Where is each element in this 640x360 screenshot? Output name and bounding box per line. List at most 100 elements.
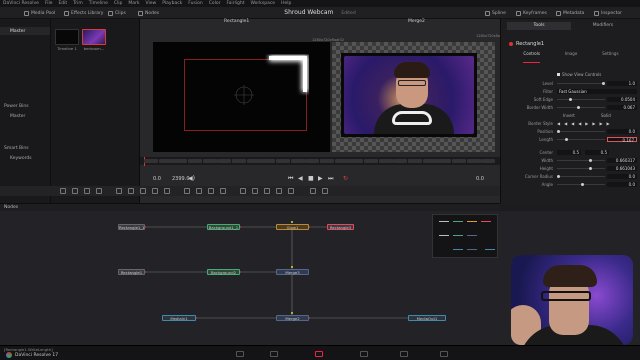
current-frame[interactable]: 0.0 [476, 176, 484, 182]
tool-ellipse-icon[interactable] [140, 188, 146, 194]
menu-color[interactable]: Color [209, 1, 221, 6]
page-deliver-icon[interactable] [440, 351, 448, 357]
node-minimap[interactable] [432, 214, 498, 258]
show-view-controls[interactable]: Show View Controls [557, 72, 601, 77]
node-background2[interactable]: Background2 [207, 269, 240, 275]
tool-light-icon[interactable] [276, 188, 282, 194]
viewer-right-name[interactable]: Merge2 [408, 19, 425, 27]
param-border-style[interactable]: Border Style ◀◀◀◀▶▶▶▶ [501, 121, 640, 127]
param-invert-solid[interactable]: Invert Solid [501, 113, 640, 119]
tool-blur-icon[interactable] [184, 188, 190, 194]
center-crosshair[interactable] [229, 80, 259, 110]
menu-app[interactable]: DaVinci Resolve [3, 1, 39, 6]
tool-tracker-icon[interactable] [322, 188, 328, 194]
param-length[interactable]: Length 0.167 [501, 137, 640, 143]
menu-file[interactable]: File [45, 1, 53, 6]
node-merge3[interactable]: Merge3 [276, 269, 309, 275]
tool-merge-icon[interactable] [96, 188, 102, 194]
tool-glow-icon[interactable] [196, 188, 202, 194]
page-fusion-icon[interactable] [315, 351, 323, 357]
tool-polygon-icon[interactable] [152, 188, 158, 194]
menu-help[interactable]: Help [281, 1, 291, 6]
tool-mask-icon[interactable] [116, 188, 122, 194]
menu-view[interactable]: View [146, 1, 157, 6]
menu-playback[interactable]: Playback [162, 1, 182, 6]
nodes-button[interactable]: Nodes [138, 9, 159, 17]
media-pool-button[interactable]: Media Pool [24, 9, 55, 17]
node-background1-1[interactable]: Background1_1 [207, 224, 240, 230]
page-media-icon[interactable] [236, 351, 244, 357]
node-rectangle1-1[interactable]: Rectangle1_1 [118, 224, 145, 230]
param-soft-edge[interactable]: Soft Edge 0.0504 [501, 97, 640, 103]
clip-thumbnail-timeline[interactable] [55, 29, 79, 45]
page-fairlight-icon[interactable] [400, 351, 408, 357]
menu-trim[interactable]: Trim [73, 1, 83, 6]
tool-color-icon[interactable] [208, 188, 214, 194]
tool-transform-icon[interactable] [220, 188, 226, 194]
go-to-start-icon[interactable]: ⏮ [288, 175, 293, 183]
tab-tools[interactable]: Tools [507, 22, 571, 30]
time-ruler[interactable] [140, 157, 500, 166]
step-back-icon[interactable]: ◀ [298, 175, 303, 182]
param-position[interactable]: Position 0.0 [501, 129, 640, 135]
menu-fusion[interactable]: Fusion [188, 1, 202, 6]
param-width[interactable]: Width 0.660317 [501, 158, 640, 164]
audio-icon[interactable]: ◀) [188, 175, 195, 182]
left-viewer-canvas[interactable] [153, 42, 330, 152]
param-filter[interactable]: Filter Fast Gaussian [501, 89, 640, 95]
clip-thumbnail-bedroom[interactable] [82, 29, 106, 45]
menu-fairlight[interactable]: Fairlight [226, 1, 244, 6]
tool-paint-icon[interactable] [72, 188, 78, 194]
subtab-controls[interactable]: Controls [523, 51, 540, 63]
menu-clip[interactable]: Clip [114, 1, 123, 6]
power-bin-master[interactable]: Master [10, 114, 25, 119]
param-height[interactable]: Height 0.661043 [501, 166, 640, 172]
param-angle[interactable]: Angle 0.0 [501, 182, 640, 188]
node-merge2[interactable]: Merge2 [276, 315, 309, 321]
subtab-settings[interactable]: Settings [602, 51, 618, 63]
viewer-left-name[interactable]: Rectangle1 [224, 19, 249, 27]
node-rectangle3[interactable]: Rectangle3 [327, 224, 354, 230]
node-rectangle1[interactable]: Rectangle1 [118, 269, 145, 275]
timecode-end[interactable]: 2399.0 [172, 176, 190, 182]
keyframes-button[interactable]: Keyframes [516, 9, 547, 17]
param-corner-radius[interactable]: Corner Radius 0.0 [501, 174, 640, 180]
timecode-start[interactable]: 0.0 [153, 176, 161, 182]
tool-background-icon[interactable] [60, 188, 66, 194]
menu-workspace[interactable]: Workspace [250, 1, 275, 6]
smart-bin-keywords[interactable]: Keywords [10, 156, 32, 161]
param-border-width[interactable]: Border Width 0.067 [501, 105, 640, 111]
inspector-node-header[interactable]: Rectangle1 [509, 41, 544, 47]
metadata-button[interactable]: Metadata [556, 9, 584, 17]
page-color-icon[interactable] [360, 351, 368, 357]
menu-mark[interactable]: Mark [128, 1, 139, 6]
page-cut-icon[interactable] [270, 351, 278, 357]
tool-camera-icon[interactable] [264, 188, 270, 194]
node-glow1[interactable]: Glow1 [276, 224, 309, 230]
node-mediaout1[interactable]: MediaOut1 [408, 315, 446, 321]
bin-master[interactable]: Master [10, 29, 25, 34]
tab-modifiers[interactable]: Modifiers [571, 22, 635, 30]
spline-button[interactable]: Spline [485, 9, 506, 17]
tool-shape-icon[interactable] [310, 188, 316, 194]
menu-edit[interactable]: Edit [58, 1, 67, 6]
param-level[interactable]: Level 1.0 [501, 81, 640, 87]
loop-icon[interactable]: ↻ [343, 175, 348, 182]
clips-button[interactable]: Clips [108, 9, 126, 17]
right-viewer-canvas[interactable] [332, 42, 495, 152]
effects-library-button[interactable]: Effects Library [64, 9, 103, 17]
inspector-button[interactable]: Inspector [594, 9, 622, 17]
tool-3d-icon[interactable] [252, 188, 258, 194]
tool-bspline-icon[interactable] [164, 188, 170, 194]
tool-rectangle-icon[interactable] [128, 188, 134, 194]
tool-particles-icon[interactable] [240, 188, 246, 194]
tool-text-icon[interactable] [84, 188, 90, 194]
go-to-end-icon[interactable]: ⏭ [328, 175, 333, 183]
tool-render-icon[interactable] [288, 188, 294, 194]
play-icon[interactable]: ▶ [318, 175, 323, 182]
node-mediain1[interactable]: MediaIn1 [162, 315, 196, 321]
stop-icon[interactable]: ■ [308, 175, 314, 182]
subtab-image[interactable]: Image [565, 51, 578, 63]
param-center[interactable]: Center 0.5 0.5 [501, 150, 640, 156]
menu-timeline[interactable]: Timeline [89, 1, 108, 6]
